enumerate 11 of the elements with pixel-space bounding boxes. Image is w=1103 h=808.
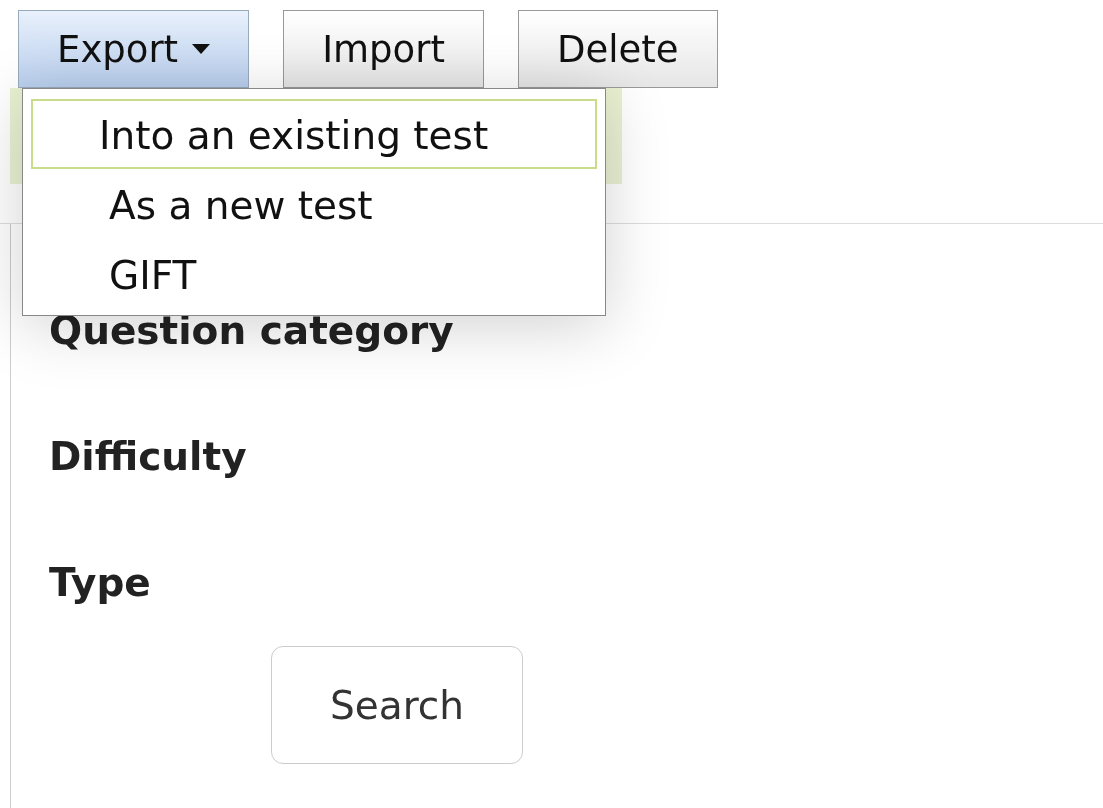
caret-icon [192, 44, 211, 54]
menu-item[interactable]: Into an existing test [31, 99, 597, 169]
search-button[interactable]: Search [271, 646, 523, 764]
filter-label: Difficulty [49, 434, 248, 481]
export-dropdown-button[interactable]: Export [18, 10, 250, 88]
filter-label: Type [49, 560, 152, 607]
menu-item[interactable]: GIFT [31, 239, 597, 309]
toolbar-button[interactable]: Import [283, 10, 484, 88]
menu-item[interactable]: As a new test [31, 169, 597, 239]
toolbar-button[interactable]: Delete [517, 10, 718, 88]
filter-label: Question category [49, 308, 455, 355]
